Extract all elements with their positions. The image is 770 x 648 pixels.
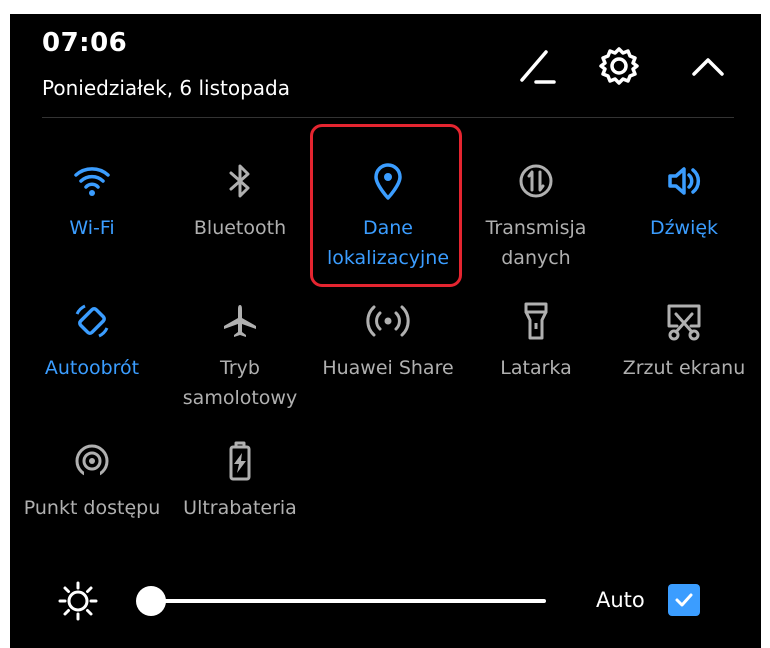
notification-panel: 07:06 Poniedziałek, 6 listopada Wi-Fi Bl… — [10, 14, 761, 648]
gear-icon[interactable] — [595, 42, 643, 90]
screenshot-icon — [660, 297, 708, 345]
tile-mobile-data[interactable]: Transmisja danych — [464, 157, 608, 307]
tile-huawei-share[interactable]: Huawei Share — [316, 297, 460, 447]
tile-label: Wi-Fi — [69, 217, 115, 239]
tile-label: Punkt dostępu — [23, 497, 161, 519]
speaker-icon — [660, 157, 708, 205]
huawei-share-icon — [364, 297, 412, 345]
tile-label: Latarka — [500, 357, 572, 379]
tile-wifi[interactable]: Wi-Fi — [20, 157, 164, 307]
data-transfer-icon — [512, 157, 560, 205]
flashlight-icon — [512, 297, 560, 345]
tile-label: Autoobrót — [44, 357, 140, 379]
brightness-slider-track[interactable] — [151, 599, 546, 603]
tile-label: Zrzut ekranu — [622, 357, 746, 379]
tile-hotspot[interactable]: Punkt dostępu — [20, 437, 164, 587]
bluetooth-icon — [216, 157, 264, 205]
tile-airplane-mode[interactable]: Tryb samolotowy — [168, 297, 312, 447]
divider — [42, 117, 734, 118]
battery-saver-icon — [216, 437, 264, 485]
wifi-icon — [68, 157, 116, 205]
tile-sound[interactable]: Dźwięk — [612, 157, 756, 307]
tile-screenshot[interactable]: Zrzut ekranu — [612, 297, 756, 447]
auto-rotate-icon — [68, 297, 116, 345]
clock: 07:06 — [42, 28, 128, 58]
checkmark-icon — [675, 593, 693, 607]
tile-label: Tryb samolotowy — [182, 357, 298, 409]
airplane-icon — [216, 297, 264, 345]
tile-label: Ultrabateria — [183, 497, 297, 519]
brightness-slider-thumb[interactable] — [136, 586, 166, 616]
chevron-up-icon[interactable] — [684, 42, 732, 90]
tile-location[interactable]: Dane lokalizacyjne — [316, 157, 460, 307]
tile-label: Dane lokalizacyjne — [326, 217, 450, 269]
tile-bluetooth[interactable]: Bluetooth — [168, 157, 312, 307]
auto-brightness-label: Auto — [596, 588, 645, 612]
edit-icon[interactable] — [512, 42, 560, 90]
location-pin-icon — [364, 157, 412, 205]
tile-label: Transmisja danych — [485, 217, 587, 269]
tile-label: Bluetooth — [193, 217, 287, 239]
date: Poniedziałek, 6 listopada — [42, 76, 291, 100]
brightness-icon — [58, 581, 98, 621]
tile-ultra-battery[interactable]: Ultrabateria — [168, 437, 312, 587]
tile-auto-rotate[interactable]: Autoobrót — [20, 297, 164, 447]
tile-label: Dźwięk — [649, 217, 719, 239]
hotspot-icon — [68, 437, 116, 485]
tile-flashlight[interactable]: Latarka — [464, 297, 608, 447]
auto-brightness-checkbox[interactable] — [668, 584, 700, 616]
tile-label: Huawei Share — [322, 357, 454, 379]
